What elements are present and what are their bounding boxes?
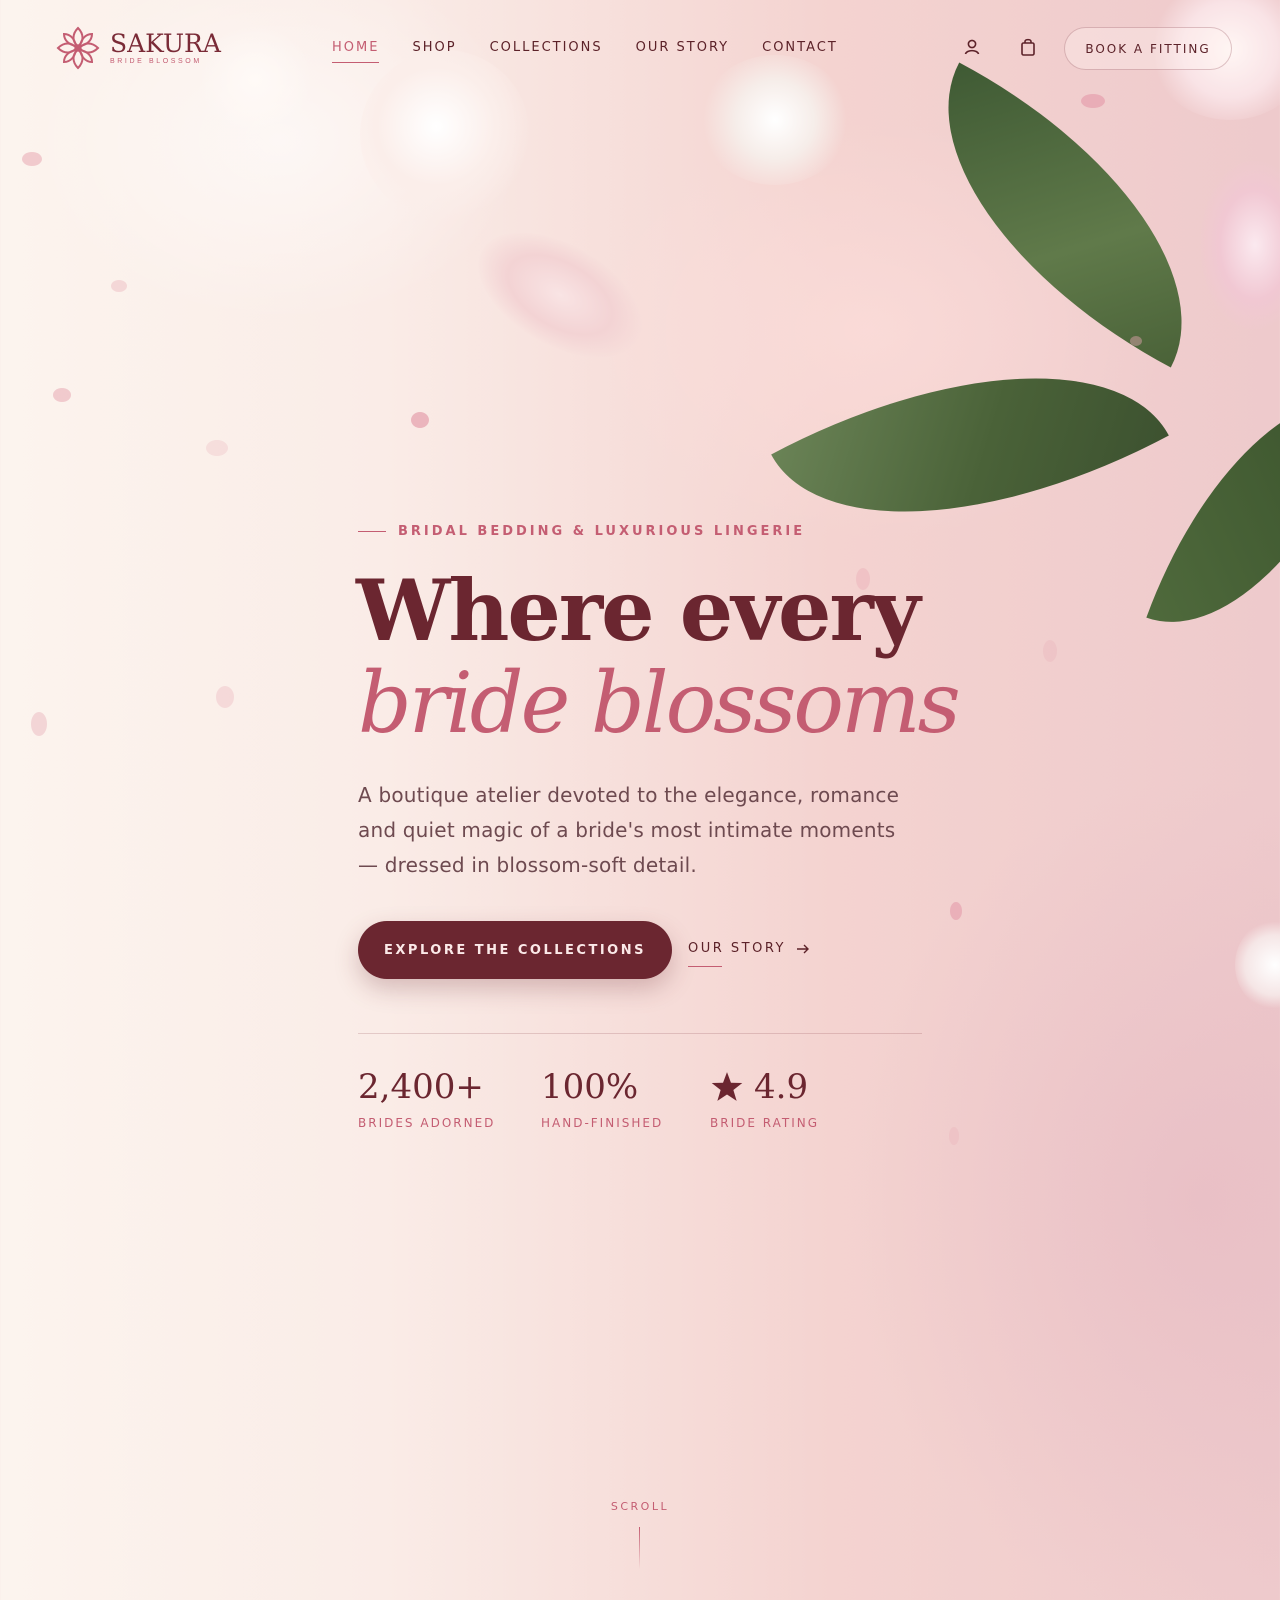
scroll-indicator-line xyxy=(639,1527,640,1569)
main-nav: HOME SHOP COLLECTIONS OUR STORY CONTACT xyxy=(332,40,838,63)
book-fitting-button[interactable]: BOOK A FITTING xyxy=(1064,27,1232,70)
stat-value: 2,400+ xyxy=(358,1067,484,1107)
stat-label: BRIDES ADORNED xyxy=(358,1116,496,1130)
eyebrow-text: BRIDAL BEDDING & LUXURIOUS LINGERIE xyxy=(398,524,806,539)
explore-collections-button[interactable]: EXPLORE THE COLLECTIONS xyxy=(358,921,672,979)
stat-bride-rating: 4.9 BRIDE RATING xyxy=(710,1066,819,1130)
nav-shop[interactable]: SHOP xyxy=(412,40,456,63)
stat-label: HAND-FINISHED xyxy=(541,1116,664,1130)
sakura-flower-logo-icon xyxy=(56,26,100,70)
star-icon xyxy=(711,1072,743,1101)
hero-title-line2: bride blossoms xyxy=(358,654,961,752)
nav-home[interactable]: HOME xyxy=(332,40,380,63)
site-header: SAKURA BRIDE BLOSSOM HOME SHOP COLLECTIO… xyxy=(0,0,1280,96)
our-story-label: OUR STORY xyxy=(688,941,786,956)
nav-contact[interactable]: CONTACT xyxy=(762,40,838,63)
arrow-right-icon xyxy=(796,944,809,953)
brand-name: SAKURA xyxy=(110,29,221,58)
user-icon[interactable] xyxy=(961,36,983,58)
stats-divider xyxy=(358,1033,922,1034)
our-story-link[interactable]: OUR STORY xyxy=(688,941,810,956)
hero-description: A boutique atelier devoted to the elegan… xyxy=(358,783,900,877)
stat-value-row: 4.9 xyxy=(710,1066,819,1108)
our-story-underline xyxy=(688,966,722,967)
scroll-indicator-label[interactable]: SCROLL xyxy=(0,1500,1280,1513)
stat-hand-finished: 100% HAND-FINISHED xyxy=(541,1066,663,1130)
hero-eyebrow: BRIDAL BEDDING & LUXURIOUS LINGERIE xyxy=(358,524,805,539)
eyebrow-rule xyxy=(358,531,386,532)
logo[interactable]: SAKURA BRIDE BLOSSOM xyxy=(54,24,221,72)
brand-tagline: BRIDE BLOSSOM xyxy=(110,58,202,65)
stat-label: BRIDE RATING xyxy=(710,1116,820,1130)
stat-value: 100% xyxy=(541,1067,639,1107)
nav-collections[interactable]: COLLECTIONS xyxy=(490,40,603,63)
rating-value: 4.9 xyxy=(754,1067,809,1107)
shopping-bag-icon[interactable] xyxy=(1017,36,1039,58)
stat-brides-adorned: 2,400+ BRIDES ADORNED xyxy=(358,1066,495,1130)
nav-our-story[interactable]: OUR STORY xyxy=(636,40,729,63)
